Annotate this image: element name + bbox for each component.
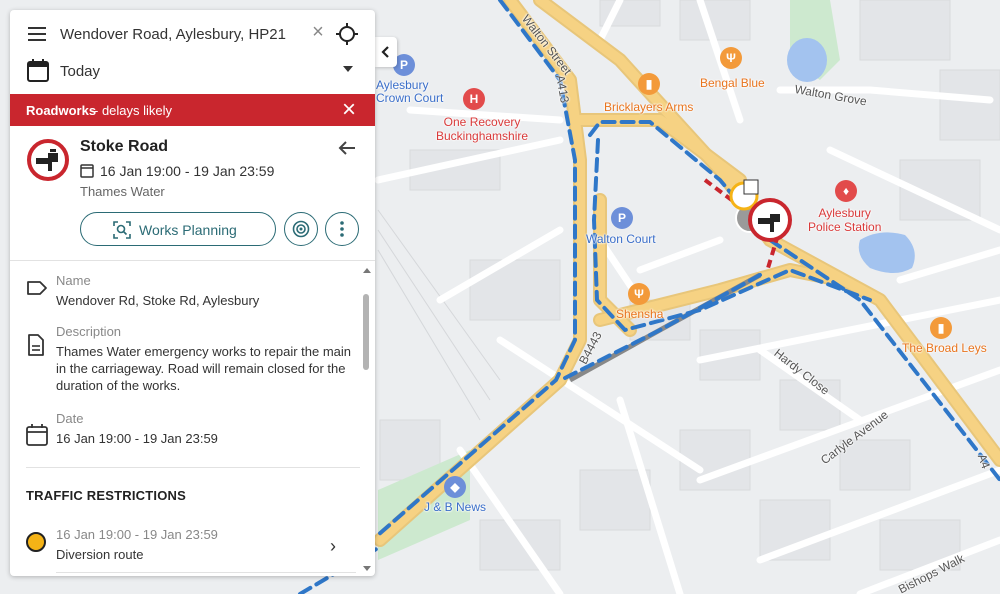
name-value: Wendover Rd, Stoke Rd, Aylesbury [56,293,260,308]
map-label-line: Buckinghamshire [436,129,529,143]
close-icon[interactable]: × [309,22,327,42]
parking-icon[interactable]: P [611,207,633,229]
name-label: Name [56,273,91,288]
calendar-icon [27,59,49,82]
scrollbar[interactable] [361,268,373,574]
calendar-small-icon [80,164,94,178]
alert-type: Roadworks [26,103,97,118]
divider [10,260,375,261]
works-planning-button[interactable]: Works Planning [80,212,276,246]
drink-icon[interactable]: ▮ [638,73,660,95]
map-label-jb-news: J & B News [424,500,487,514]
event-organisation: Thames Water [80,184,165,199]
tag-icon [27,281,47,295]
scroll-thumb[interactable] [363,294,369,370]
divider [56,572,356,573]
shopping-icon[interactable]: ◆ [444,476,466,498]
drink-icon[interactable]: ▮ [930,317,952,339]
search-document-icon [113,221,131,239]
works-planning-label: Works Planning [139,222,237,238]
tap-roadworks-icon [27,139,69,181]
map-label-bengal-blue: Bengal Blue [700,76,765,90]
date-filter[interactable]: Today [10,56,375,92]
map-label-broad-leys: The Broad Leys [902,341,987,355]
description-value: Thames Water emergency works to repair t… [56,344,352,393]
date-value: 16 Jan 19:00 - 19 Jan 23:59 [56,431,218,446]
map-label-line: Aylesbury [818,206,871,220]
more-vertical-icon [340,221,344,237]
diversion-icon [26,532,46,552]
map-label-police-station: Aylesbury Police Station [808,206,881,234]
hospital-icon[interactable]: H [463,88,485,110]
event-title: Stoke Road [80,138,169,155]
description-label: Description [56,324,122,339]
target-icon [292,220,310,238]
restriction-dates: 16 Jan 19:00 - 19 Jan 23:59 [56,527,218,542]
police-icon[interactable]: ♦ [835,180,857,202]
arrow-left-icon[interactable] [336,137,358,159]
restaurant-icon[interactable]: Ψ [628,283,650,305]
divider [26,467,360,468]
map-label-line: One Recovery [443,115,521,129]
scroll-down-icon[interactable] [363,566,371,571]
chevron-right-icon: › [330,536,336,556]
map-label-bricklayers-arms: Bricklayers Arms [604,100,694,114]
collapse-panel-button[interactable] [375,37,397,67]
search-input[interactable] [60,22,300,46]
calendar-icon [26,424,48,446]
scroll-up-icon[interactable] [363,268,371,273]
crosshair-icon[interactable] [336,23,358,45]
restaurant-icon[interactable]: Ψ [720,47,742,69]
restriction-item[interactable]: 16 Jan 19:00 - 19 Jan 23:59 Diversion ro… [10,522,360,568]
close-alert-icon[interactable]: × [338,98,360,122]
event-dates: 16 Jan 19:00 - 19 Jan 23:59 [100,163,275,179]
alert-message: - delays likely [94,103,173,118]
map-label-walton-court: Walton Court [586,232,656,246]
date-filter-label: Today [60,63,101,80]
dropdown-caret-icon[interactable] [343,66,353,72]
map-label-line: Police Station [808,220,882,234]
restriction-label: Diversion route [56,547,144,562]
search-bar: × [10,10,375,58]
map-label-one-recovery: One Recovery Buckinghamshire [436,115,528,143]
more-options-button[interactable] [325,212,359,246]
document-icon [28,334,44,356]
chevron-left-icon [381,46,389,58]
target-button[interactable] [284,212,318,246]
details-scroll-area[interactable]: Name Wendover Rd, Stoke Rd, Aylesbury De… [10,266,375,576]
side-panel: × Today Roadworks - delays likely × Stok… [10,10,375,576]
map-label-crown-court: Aylesbury Crown Court [376,79,443,105]
traffic-restrictions-title: TRAFFIC RESTRICTIONS [26,488,186,503]
menu-icon[interactable] [28,27,46,41]
date-label: Date [56,411,84,426]
alert-banner: Roadworks - delays likely × [10,94,375,126]
map-label-line: Crown Court [376,91,444,105]
map-label-shensha: Shensha [616,307,664,321]
